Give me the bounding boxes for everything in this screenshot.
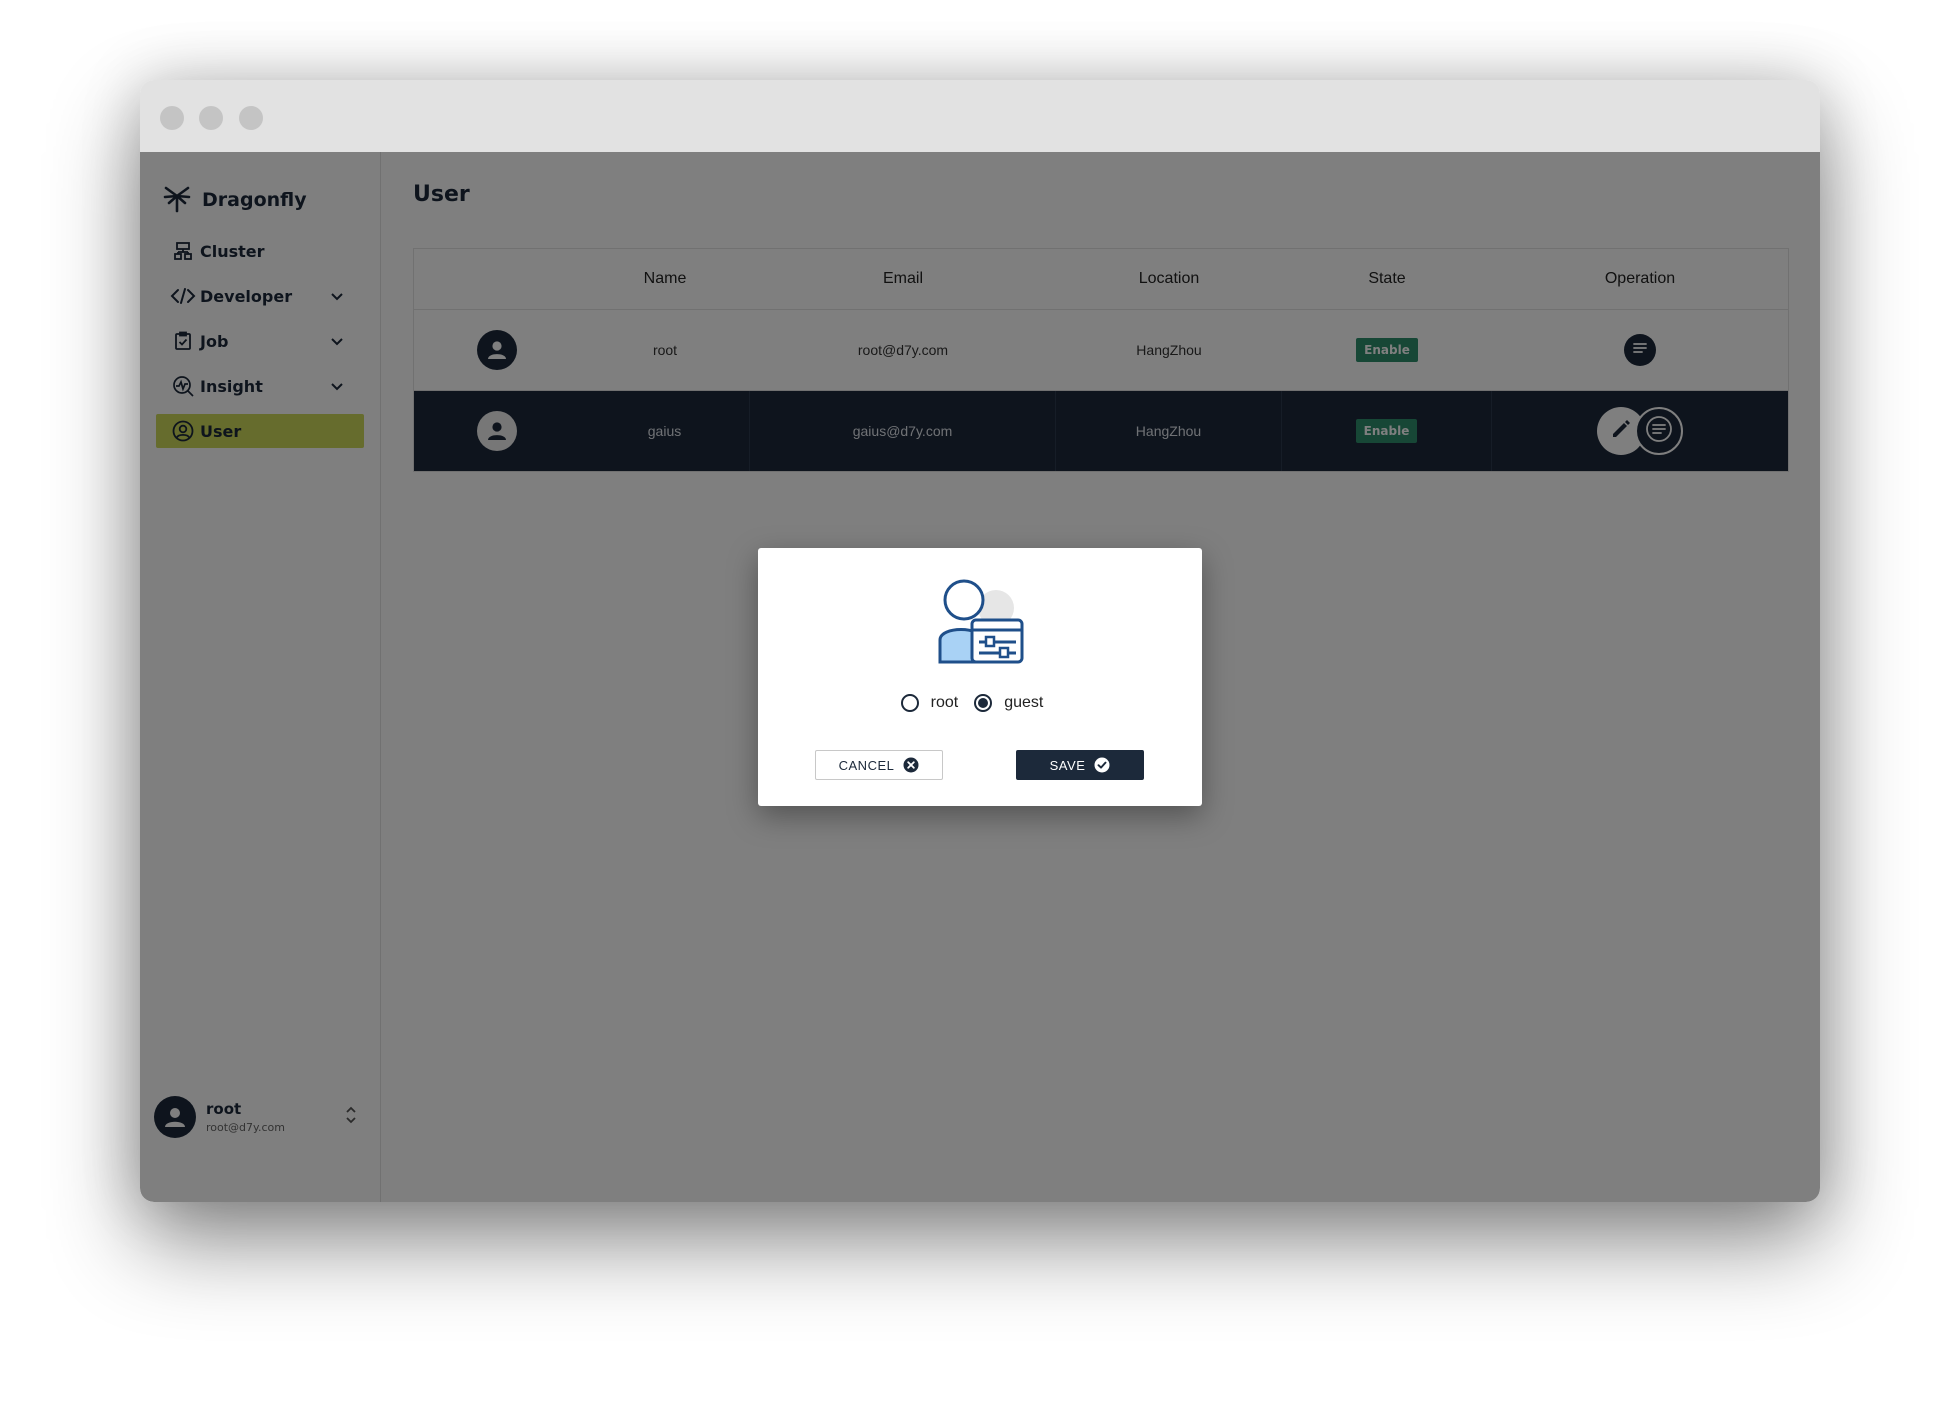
browser-window: Dragonfly Cluster Developer [140, 80, 1820, 1202]
radio-root[interactable] [900, 694, 919, 712]
save-button-label: SAVE [1049, 757, 1086, 773]
check-circle-icon [1094, 757, 1110, 773]
minimize-window-dot[interactable] [199, 106, 223, 130]
cancel-button-label: CANCEL [838, 757, 895, 773]
role-dialog: root guest CANCEL SAVE [758, 548, 1202, 806]
role-radio-group: root guest [758, 688, 1202, 718]
cancel-button[interactable]: CANCEL [815, 750, 943, 780]
window-titlebar [140, 80, 1820, 152]
save-button[interactable]: SAVE [1016, 750, 1144, 780]
user-settings-illustration-icon [936, 578, 1026, 671]
radio-label-guest[interactable]: guest [1004, 694, 1043, 712]
close-window-dot[interactable] [160, 106, 184, 130]
radio-guest[interactable] [974, 694, 993, 712]
radio-selected-dot [978, 698, 989, 708]
zoom-window-dot[interactable] [239, 106, 263, 130]
radio-label-root[interactable]: root [931, 694, 959, 712]
cancel-circle-icon [903, 757, 919, 773]
